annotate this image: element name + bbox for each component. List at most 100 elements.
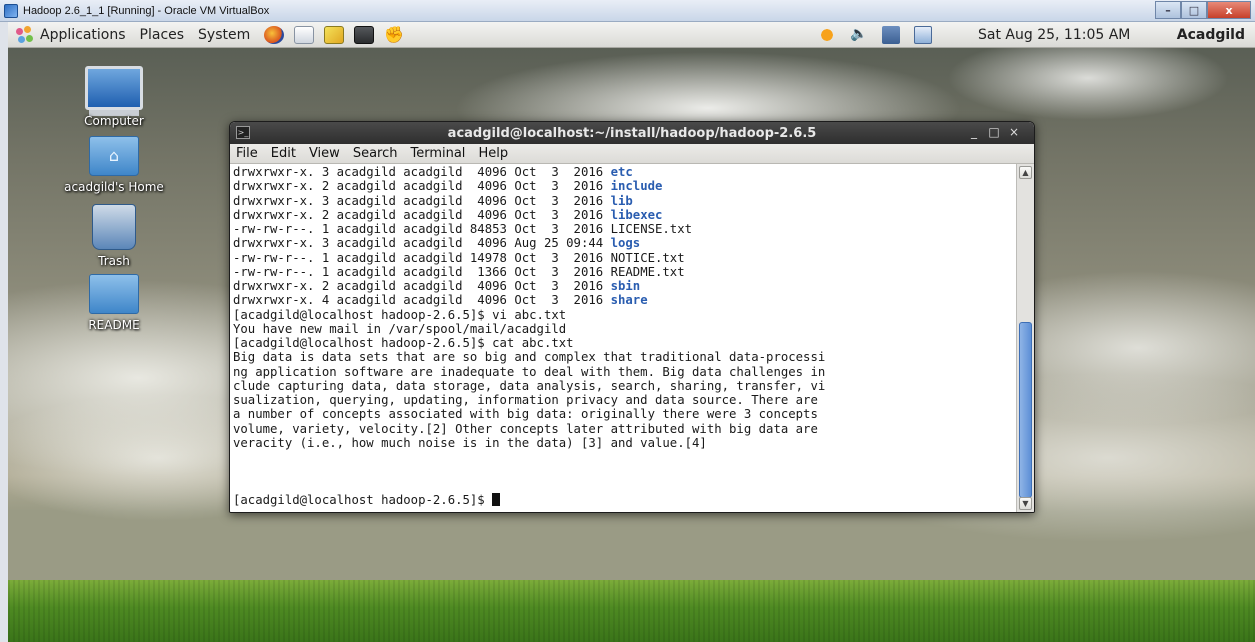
terminal-prompt: [acadgild@localhost hadoop-2.6.5]$	[233, 492, 493, 507]
panel-clock[interactable]: Sat Aug 25, 11:05 AM	[978, 27, 1130, 43]
listing-file: NOTICE.txt	[610, 250, 685, 265]
menu-view[interactable]: View	[309, 146, 340, 161]
menu-edit[interactable]: Edit	[271, 146, 296, 161]
system-menu[interactable]: System	[198, 27, 250, 43]
listing-directory: logs	[610, 236, 641, 251]
virtualbox-icon	[4, 3, 18, 18]
terminal-line: Big data is data sets that are so big an…	[233, 350, 826, 365]
terminal-window[interactable]: >_ acadgild@localhost:~/install/hadoop/h…	[229, 121, 1035, 513]
user-menu[interactable]: Acadgild	[1177, 27, 1245, 43]
listing-directory: include	[610, 179, 663, 194]
wallpaper-grass	[8, 580, 1255, 642]
listing-directory: sbin	[610, 279, 641, 293]
terminal-line: a number of concepts associated with big…	[233, 407, 818, 422]
update-icon[interactable]	[818, 25, 836, 44]
terminal-line: drwxrwxr-x. 4 acadgild acadgild 4096 Oct…	[233, 293, 1016, 307]
menu-terminal[interactable]: Terminal	[410, 146, 465, 161]
terminal-line: -rw-rw-r--. 1 acadgild acadgild 14978 Oc…	[233, 251, 1016, 265]
battery-icon[interactable]	[914, 25, 932, 44]
listing-directory: share	[610, 293, 648, 308]
scrollbar-thumb[interactable]	[1019, 322, 1032, 498]
desktop-icon-label: README	[88, 318, 140, 332]
terminal-minimize-button[interactable]: _	[964, 125, 984, 139]
terminal-line: drwxrwxr-x. 3 acadgild acadgild 4096 Oct…	[233, 165, 1016, 179]
menu-file[interactable]: File	[236, 146, 258, 161]
listing-file: LICENSE.txt	[610, 222, 693, 236]
mail-icon[interactable]	[294, 25, 315, 44]
listing-perms: drwxrwxr-x. 4 acadgild acadgild 4096 Oct…	[233, 293, 611, 308]
gnome-top-panel: Applications Places System ✊ 🔈 Sat Aug 2…	[8, 22, 1255, 48]
listing-perms: -rw-rw-r--. 1 acadgild acadgild 14978 Oc…	[233, 250, 611, 265]
virtualbox-titlebar: Hadoop 2.6_1_1 [Running] - Oracle VM Vir…	[0, 0, 1255, 22]
gnome-foot-icon[interactable]	[16, 25, 34, 44]
volume-icon[interactable]: 🔈	[850, 26, 868, 44]
desktop-icon-readme[interactable]: README	[54, 274, 174, 332]
terminal-line: [acadgild@localhost hadoop-2.6.5]$ cat a…	[233, 336, 574, 350]
desktop-icon-home[interactable]: ⌂ acadgild's Home	[54, 136, 174, 194]
terminal-line: drwxrwxr-x. 2 acadgild acadgild 4096 Oct…	[233, 179, 1016, 193]
listing-file: README.txt	[610, 264, 685, 279]
desktop-icon-label: Computer	[84, 114, 144, 128]
computer-icon	[85, 66, 143, 110]
listing-directory: lib	[610, 193, 633, 208]
terminal-line: -rw-rw-r--. 1 acadgild acadgild 1366 Oct…	[233, 265, 1016, 279]
terminal-output[interactable]: drwxrwxr-x. 3 acadgild acadgild 4096 Oct…	[230, 164, 1016, 512]
text-editor-icon[interactable]	[324, 25, 345, 44]
terminal-line: drwxrwxr-x. 3 acadgild acadgild 4096 Aug…	[233, 236, 1016, 250]
terminal-scrollbar[interactable]: ▲ ▼	[1016, 164, 1034, 512]
terminal-line: -rw-rw-r--. 1 acadgild acadgild 84853 Oc…	[233, 222, 1016, 236]
host-maximize-button[interactable]: □	[1181, 1, 1207, 19]
terminal-close-button[interactable]: ×	[1004, 125, 1024, 139]
terminal-window-icon: >_	[236, 126, 250, 139]
terminal-line: You have new mail in /var/spool/mail/aca…	[233, 321, 567, 336]
menu-search[interactable]: Search	[353, 146, 398, 161]
menu-help[interactable]: Help	[478, 146, 508, 161]
terminal-line: ng application software are inadequate t…	[233, 364, 826, 379]
desktop-icon-trash[interactable]: Trash	[54, 204, 174, 268]
terminal-line: drwxrwxr-x. 2 acadgild acadgild 4096 Oct…	[233, 279, 1016, 293]
terminal-titlebar[interactable]: >_ acadgild@localhost:~/install/hadoop/h…	[230, 122, 1034, 144]
text-cursor	[492, 492, 501, 506]
network-icon[interactable]	[882, 25, 900, 44]
terminal-line: [acadgild@localhost hadoop-2.6.5]$ vi ab…	[233, 307, 567, 322]
virtualbox-window-title: Hadoop 2.6_1_1 [Running] - Oracle VM Vir…	[23, 4, 270, 17]
host-close-button[interactable]: x	[1207, 1, 1251, 19]
host-minimize-button[interactable]: –	[1155, 1, 1181, 19]
places-menu[interactable]: Places	[140, 27, 185, 43]
desktop-icon-label: Trash	[98, 254, 130, 268]
trash-icon	[92, 204, 136, 250]
listing-perms: -rw-rw-r--. 1 acadgild acadgild 1366 Oct…	[233, 264, 611, 279]
firefox-icon[interactable]	[264, 25, 285, 44]
listing-perms: drwxrwxr-x. 2 acadgild acadgild 4096 Oct…	[233, 179, 611, 194]
terminal-line: drwxrwxr-x. 2 acadgild acadgild 4096 Oct…	[233, 208, 1016, 222]
screenshot-icon[interactable]: ✊	[384, 25, 404, 44]
host-window-controls: – □ x	[1155, 1, 1251, 19]
terminal-prompt-line[interactable]: [acadgild@localhost hadoop-2.6.5]$	[233, 492, 1016, 507]
home-folder-icon: ⌂	[89, 136, 139, 176]
listing-perms: -rw-rw-r--. 1 acadgild acadgild 84853 Oc…	[233, 222, 611, 236]
terminal-line: volume, variety, velocity.[2] Other conc…	[233, 421, 818, 436]
terminal-title: acadgild@localhost:~/install/hadoop/hado…	[447, 125, 817, 141]
scroll-up-icon[interactable]: ▲	[1019, 166, 1032, 179]
desktop-icon-computer[interactable]: Computer	[54, 66, 174, 128]
listing-perms: drwxrwxr-x. 3 acadgild acadgild 4096 Oct…	[233, 165, 611, 179]
desktop-icon-label: acadgild's Home	[64, 180, 164, 194]
applications-menu[interactable]: Applications	[40, 27, 126, 43]
scroll-down-icon[interactable]: ▼	[1019, 497, 1032, 510]
terminal-line: clude capturing data, data storage, data…	[233, 378, 826, 393]
listing-directory: etc	[610, 165, 633, 179]
terminal-line: veracity (i.e., how much noise is in the…	[233, 435, 707, 450]
listing-perms: drwxrwxr-x. 2 acadgild acadgild 4096 Oct…	[233, 279, 611, 293]
terminal-menubar: File Edit View Search Terminal Help	[230, 144, 1034, 164]
listing-directory: libexec	[610, 207, 663, 222]
system-tray: 🔈	[818, 25, 946, 44]
listing-perms: drwxrwxr-x. 2 acadgild acadgild 4096 Oct…	[233, 207, 611, 222]
terminal-icon[interactable]	[354, 25, 375, 44]
terminal-maximize-button[interactable]: □	[984, 125, 1004, 139]
terminal-line: drwxrwxr-x. 3 acadgild acadgild 4096 Oct…	[233, 194, 1016, 208]
folder-icon	[89, 274, 139, 314]
listing-perms: drwxrwxr-x. 3 acadgild acadgild 4096 Aug…	[233, 236, 611, 251]
